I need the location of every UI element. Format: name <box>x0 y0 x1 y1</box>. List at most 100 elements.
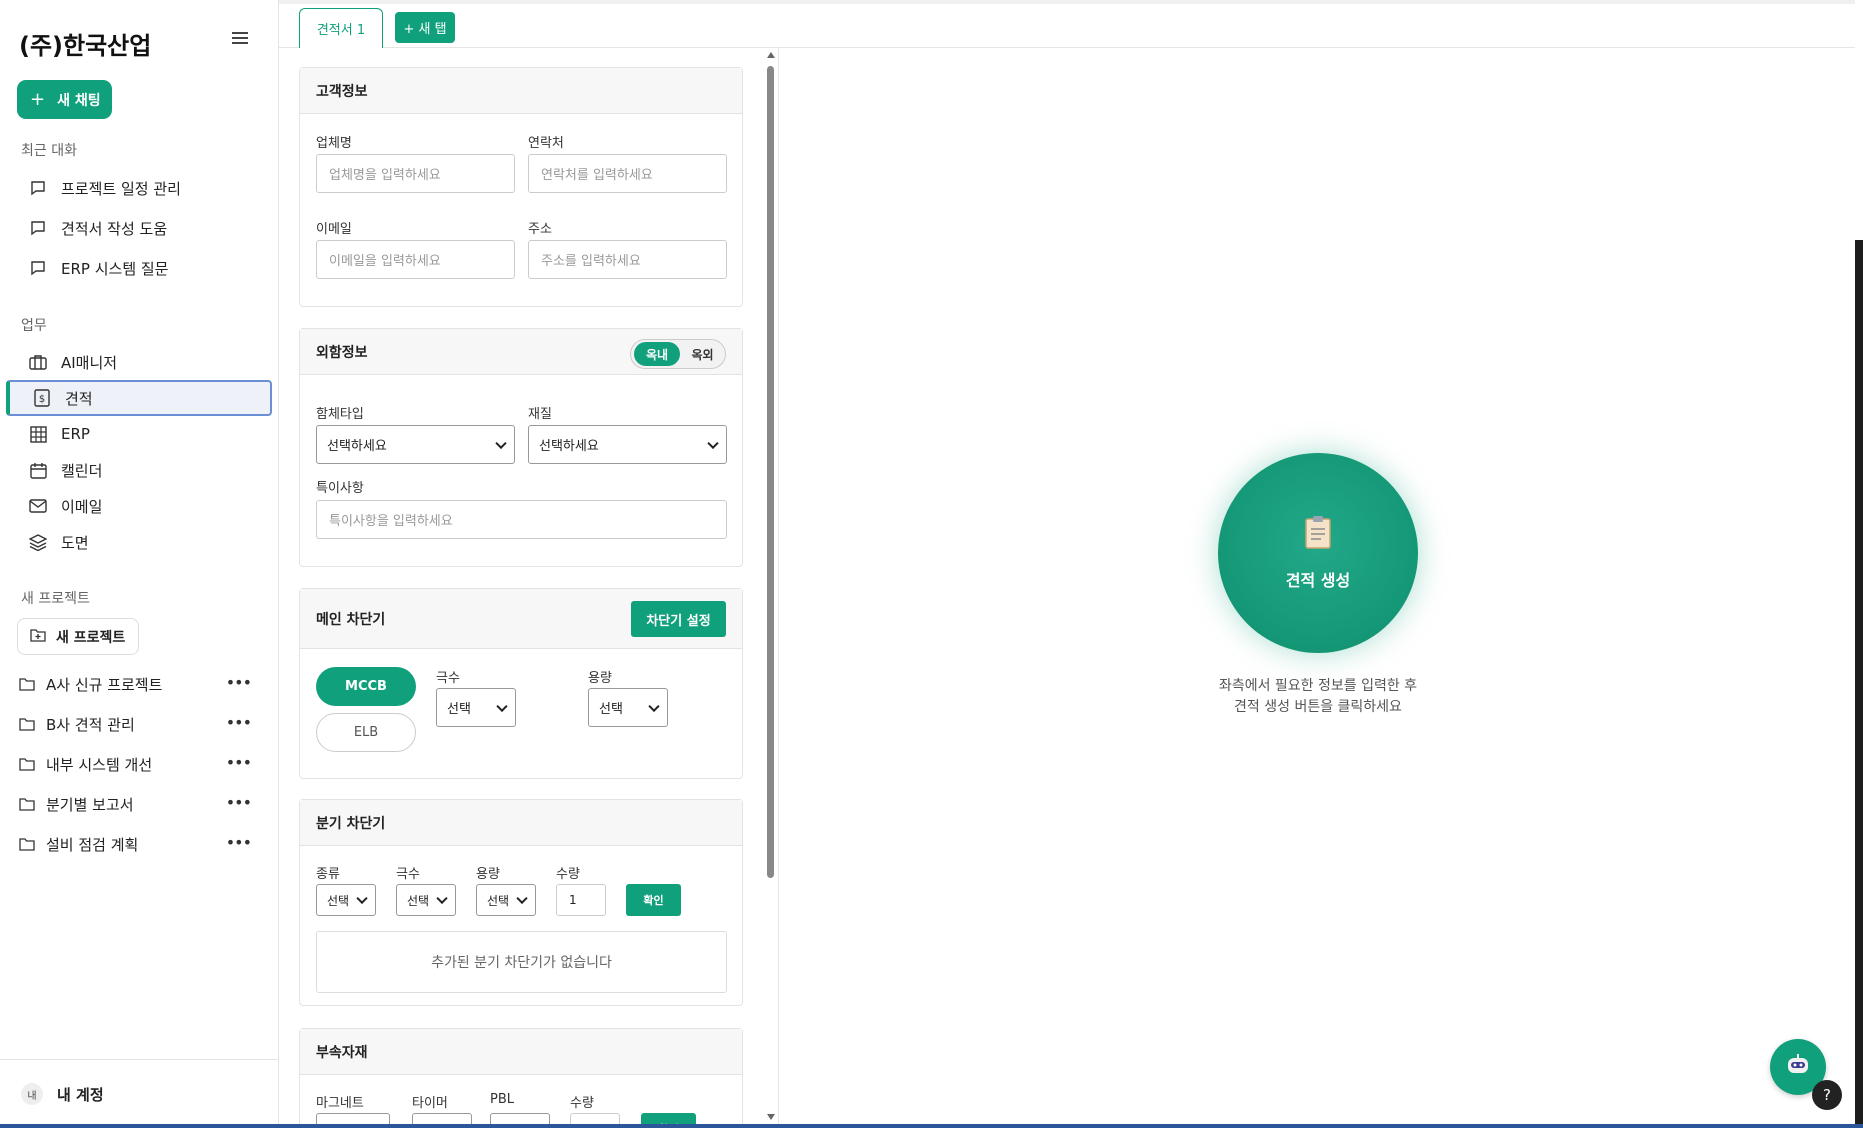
elb-button[interactable]: ELB <box>316 713 416 752</box>
chat-icon <box>29 179 47 197</box>
more-icon[interactable]: ••• <box>226 833 252 852</box>
sidebar-item-erp[interactable]: ERP <box>6 416 272 452</box>
sidebar-item-drawing[interactable]: 도면 <box>6 524 272 560</box>
qty-input[interactable]: 1 <box>556 884 606 916</box>
material-select[interactable]: 선택하세요 <box>528 425 727 464</box>
generate-hint: 좌측에서 필요한 정보를 입력한 후 견적 생성 버튼을 클릭하세요 <box>1168 676 1468 718</box>
more-icon[interactable]: ••• <box>226 793 252 812</box>
note-label: 특이사항 <box>316 481 364 496</box>
menu-icon[interactable] <box>232 32 248 46</box>
projects-label: 새 프로젝트 <box>21 591 90 607</box>
sidebar-item-label: 이메일 <box>61 497 103 516</box>
calendar-icon <box>29 461 47 479</box>
recent-label: 최근 대화 <box>21 143 77 159</box>
branch-breaker-title: 분기 차단기 <box>300 800 742 846</box>
scroll-down-icon[interactable] <box>767 1114 775 1120</box>
form-scrollbar[interactable] <box>765 48 777 1128</box>
kind-select[interactable]: 선택 <box>316 884 376 916</box>
scroll-thumb[interactable] <box>767 66 774 878</box>
sidebar-item-ai-manager[interactable]: AI매니저 <box>6 344 272 380</box>
breaker-settings-button[interactable]: 차단기 설정 <box>631 601 726 637</box>
sidebar-item-label: 캘린더 <box>61 461 103 480</box>
kind-label: 종류 <box>316 867 340 882</box>
tab-estimate-1[interactable]: 견적서 1 <box>299 8 383 48</box>
dollar-doc-icon: $ <box>33 389 51 407</box>
toggle-indoor[interactable]: 옥내 <box>634 342 680 366</box>
recent-item[interactable]: 견적서 작성 도움 <box>6 210 272 246</box>
chat-icon <box>29 219 47 237</box>
robot-icon <box>1785 1054 1811 1080</box>
project-item[interactable]: B사 견적 관리 ••• <box>19 709 252 739</box>
toggle-outdoor[interactable]: 옥외 <box>680 346 725 363</box>
sidebar-item-label: 견적 <box>65 389 93 408</box>
company-input[interactable]: 업체명을 입력하세요 <box>316 154 515 193</box>
sidebar-item-label: AI매니저 <box>61 353 118 372</box>
sidebar: (주)한국산업 + 새 채팅 최근 대화 프로젝트 일정 관리 견적서 작성 도… <box>0 0 279 1128</box>
phone-input[interactable]: 연락처를 입력하세요 <box>528 154 727 193</box>
branch-breaker-card: 분기 차단기 종류 선택 극수 선택 용량 선택 수량 1 확인 추가된 분기 … <box>299 799 743 1006</box>
branch-confirm-button[interactable]: 확인 <box>626 884 681 916</box>
customer-card: 고객정보 업체명 업체명을 입력하세요 연락처 연락처를 입력하세요 이메일 이… <box>299 67 743 307</box>
help-button[interactable]: ? <box>1812 1080 1842 1110</box>
capacity-select[interactable]: 선택 <box>588 688 668 727</box>
type-label: 함체타입 <box>316 407 364 422</box>
account-label: 내 계정 <box>57 1085 104 1104</box>
new-chat-button[interactable]: + 새 채팅 <box>17 80 112 119</box>
more-icon[interactable]: ••• <box>226 753 252 772</box>
branch-capacity-select[interactable]: 선택 <box>476 884 536 916</box>
phone-label: 연락처 <box>528 136 564 151</box>
project-item[interactable]: 내부 시스템 개선 ••• <box>19 749 252 779</box>
poles-select[interactable]: 선택 <box>436 688 516 727</box>
generate-estimate-button[interactable]: 견적 생성 <box>1218 453 1418 653</box>
recent-item[interactable]: 프로젝트 일정 관리 <box>6 170 272 206</box>
sidebar-item-calendar[interactable]: 캘린더 <box>6 452 272 488</box>
folder-plus-icon <box>30 628 46 646</box>
recent-item-label: 프로젝트 일정 관리 <box>61 179 181 198</box>
branch-capacity-label: 용량 <box>476 867 500 882</box>
new-project-button[interactable]: 새 프로젝트 <box>17 618 139 655</box>
briefcase-icon <box>29 353 47 371</box>
plus-icon: + <box>30 89 46 110</box>
new-tab-button[interactable]: + 새 탭 <box>395 12 455 43</box>
email-label: 이메일 <box>316 222 352 237</box>
more-icon[interactable]: ••• <box>226 713 252 732</box>
preview-area: 견적 생성 좌측에서 필요한 정보를 입력한 후 견적 생성 버튼을 클릭하세요 <box>779 48 1863 1128</box>
sidebar-item-estimate[interactable]: $ 견적 <box>6 380 272 416</box>
project-item[interactable]: 분기별 보고서 ••• <box>19 789 252 819</box>
poles-label: 극수 <box>436 671 460 686</box>
more-icon[interactable]: ••• <box>226 673 252 692</box>
indoor-outdoor-toggle[interactable]: 옥내 옥외 <box>630 339 726 369</box>
project-item[interactable]: A사 신규 프로젝트 ••• <box>19 669 252 699</box>
email-input[interactable]: 이메일을 입력하세요 <box>316 240 515 279</box>
folder-icon <box>19 717 35 731</box>
branch-poles-label: 극수 <box>396 867 420 882</box>
accessories-card: 부속자재 마그네트 타이머 PBL 수량 확인 <box>299 1028 743 1128</box>
branch-empty-state: 추가된 분기 차단기가 없습니다 <box>316 931 727 993</box>
project-item[interactable]: 설비 점검 계획 ••• <box>19 829 252 859</box>
new-chat-label: 새 채팅 <box>57 92 101 109</box>
material-label: 재질 <box>528 407 552 422</box>
address-label: 주소 <box>528 222 552 237</box>
layers-icon <box>29 533 47 551</box>
main-breaker-card: 메인 차단기 차단기 설정 MCCB ELB 극수 선택 용량 선택 <box>299 588 743 779</box>
magnet-label: 마그네트 <box>316 1096 364 1111</box>
enclosure-header: 외함정보 옥내 옥외 <box>300 329 742 375</box>
type-select[interactable]: 선택하세요 <box>316 425 515 464</box>
main-breaker-title: 메인 차단기 <box>316 611 386 628</box>
address-input[interactable]: 주소를 입력하세요 <box>528 240 727 279</box>
avatar: 내 <box>21 1083 43 1105</box>
note-input[interactable]: 특이사항을 입력하세요 <box>316 500 727 539</box>
scroll-up-icon[interactable] <box>767 52 775 58</box>
branch-poles-select[interactable]: 선택 <box>396 884 456 916</box>
folder-icon <box>19 837 35 851</box>
sidebar-item-label: ERP <box>61 425 90 443</box>
main-breaker-header: 메인 차단기 차단기 설정 <box>300 589 742 649</box>
folder-icon <box>19 797 35 811</box>
account-button[interactable]: 내 내 계정 <box>0 1059 279 1128</box>
recent-item[interactable]: ERP 시스템 질문 <box>6 250 272 286</box>
sidebar-item-label: 도면 <box>61 533 89 552</box>
mccb-button[interactable]: MCCB <box>316 667 416 706</box>
sidebar-item-email[interactable]: 이메일 <box>6 488 272 524</box>
pbl-label: PBL <box>490 1092 515 1107</box>
customer-title: 고객정보 <box>300 68 742 114</box>
